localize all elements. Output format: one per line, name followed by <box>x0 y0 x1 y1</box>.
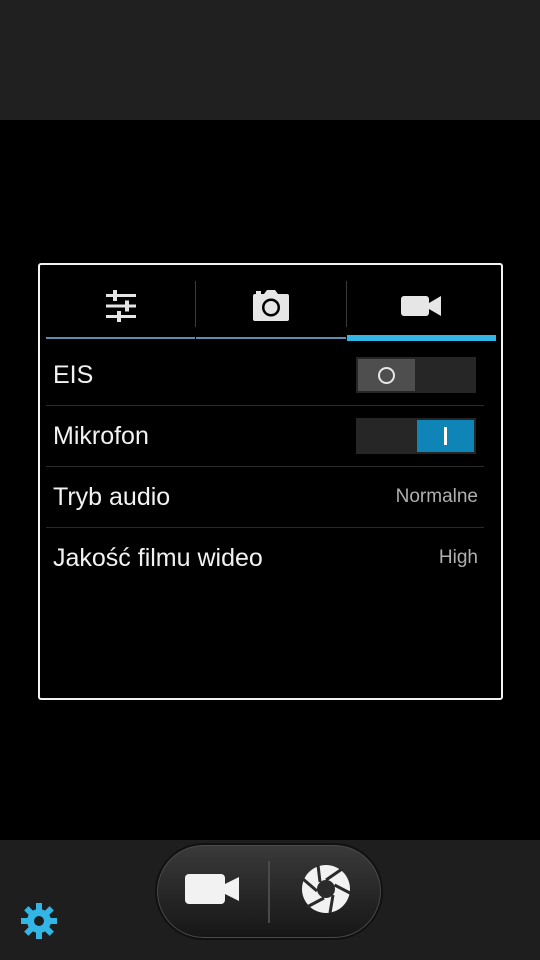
setting-label: Jakość filmu wideo <box>53 543 263 572</box>
shutter-icon <box>300 863 352 920</box>
top-bar <box>0 0 540 120</box>
settings-panel: EIS Mikrofon Tryb audio Normalne Jakość … <box>38 263 503 700</box>
toggle-thumb <box>417 420 474 452</box>
setting-value: Normalne <box>395 486 478 507</box>
sliders-icon <box>104 289 138 328</box>
mikrofon-toggle[interactable] <box>356 418 476 454</box>
setting-row-mikrofon[interactable]: Mikrofon <box>46 406 484 467</box>
setting-label: EIS <box>53 360 94 389</box>
gear-icon <box>19 903 59 945</box>
tab-general-settings[interactable] <box>46 277 196 339</box>
settings-list: EIS Mikrofon Tryb audio Normalne Jakość … <box>46 345 484 588</box>
video-camera-icon <box>401 294 442 323</box>
settings-gear-button[interactable] <box>19 901 59 941</box>
tab-photo-settings[interactable] <box>196 277 346 339</box>
capture-controls <box>155 843 383 940</box>
tab-underline <box>196 337 346 339</box>
tab-underline <box>46 337 196 339</box>
camera-icon <box>252 289 290 327</box>
on-bar-icon <box>444 427 447 445</box>
eis-toggle[interactable] <box>356 357 476 393</box>
setting-row-eis[interactable]: EIS <box>46 345 484 406</box>
tab-video-settings[interactable] <box>346 277 496 341</box>
video-camera-icon <box>184 872 241 911</box>
tab-underline-active <box>346 335 496 341</box>
setting-label: Tryb audio <box>53 482 171 511</box>
take-photo-button[interactable] <box>270 845 381 938</box>
settings-tabs <box>46 277 496 341</box>
setting-value: High <box>438 547 478 568</box>
record-video-button[interactable] <box>157 845 268 938</box>
off-circle-icon <box>378 366 395 384</box>
toggle-thumb <box>358 359 415 391</box>
setting-label: Mikrofon <box>53 421 149 450</box>
setting-row-tryb-audio[interactable]: Tryb audio Normalne <box>46 467 484 528</box>
setting-row-video-quality[interactable]: Jakość filmu wideo High <box>46 528 484 588</box>
